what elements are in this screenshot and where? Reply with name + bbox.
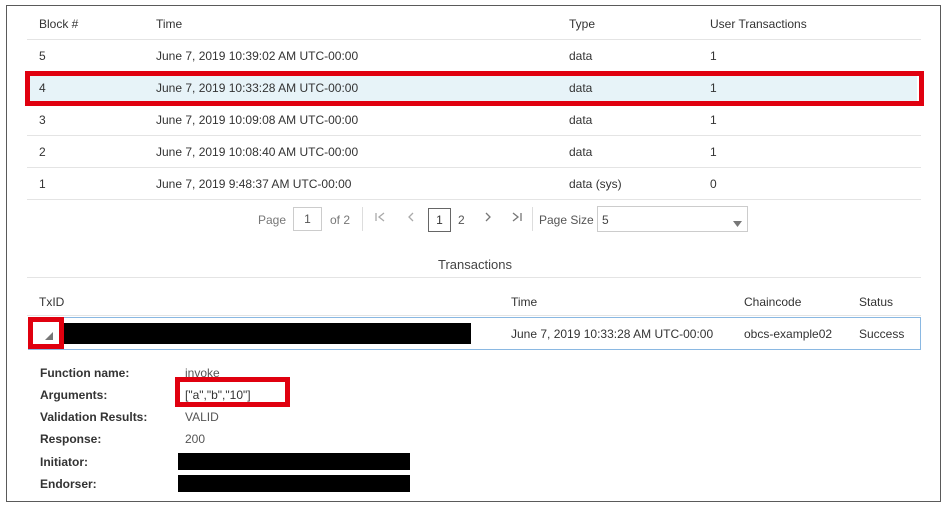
detail-label-response: Response:	[40, 432, 102, 446]
redacted-endorser	[178, 475, 410, 492]
page-button[interactable]: 2	[458, 213, 465, 227]
header-block-number[interactable]: Block #	[39, 17, 78, 31]
cell-type: data (sys)	[569, 177, 622, 191]
tx-chaincode: obcs-example02	[744, 327, 833, 341]
page-number-input[interactable]	[293, 207, 322, 231]
cell-user-tx: 1	[710, 113, 717, 127]
detail-label-function-name: Function name:	[40, 366, 130, 380]
header-time[interactable]: Time	[156, 17, 182, 31]
header-user-transactions[interactable]: User Transactions	[710, 17, 807, 31]
header-divider	[27, 39, 921, 40]
transactions-title: Transactions	[438, 257, 512, 272]
cell-user-tx: 1	[710, 49, 717, 63]
row-divider	[27, 135, 921, 136]
annotation-highlight-box	[25, 71, 924, 106]
cell-time: June 7, 2019 9:48:37 AM UTC-00:00	[156, 177, 352, 191]
cell-block: 3	[39, 113, 46, 127]
pagination-divider	[532, 207, 533, 231]
page-size-value: 5	[602, 213, 609, 227]
cell-block: 2	[39, 145, 46, 159]
detail-value-response: 200	[185, 432, 206, 446]
pagination-divider	[362, 207, 363, 231]
header-txid[interactable]: TxID	[39, 295, 64, 309]
next-page-icon[interactable]	[482, 211, 494, 226]
page-label: Page	[258, 213, 287, 227]
detail-label-initiator: Initiator:	[40, 455, 88, 469]
row-divider	[27, 199, 921, 200]
annotation-highlight-box	[28, 317, 64, 349]
detail-label-arguments: Arguments:	[40, 388, 108, 402]
cell-block: 5	[39, 49, 46, 63]
cell-time: June 7, 2019 10:39:02 AM UTC-00:00	[156, 49, 359, 63]
page-size-label: Page Size	[539, 213, 594, 227]
header-status[interactable]: Status	[859, 295, 893, 309]
header-divider	[27, 315, 921, 316]
last-page-icon[interactable]	[511, 211, 523, 226]
page-size-select[interactable]: 5	[597, 206, 748, 232]
detail-label-validation-results: Validation Results:	[40, 410, 148, 424]
cell-type: data	[569, 49, 593, 63]
redacted-initiator	[178, 453, 410, 470]
cell-time: June 7, 2019 10:09:08 AM UTC-00:00	[156, 113, 359, 127]
detail-label-endorser: Endorser:	[40, 477, 97, 491]
row-divider	[27, 167, 921, 168]
annotation-highlight-box	[175, 377, 290, 407]
cell-type: data	[569, 113, 593, 127]
cell-type: data	[569, 145, 593, 159]
cell-user-tx: 1	[710, 145, 717, 159]
cell-user-tx: 0	[710, 177, 717, 191]
header-tx-time[interactable]: Time	[511, 295, 537, 309]
page-of-total: of 2	[330, 213, 351, 227]
tx-time: June 7, 2019 10:33:28 AM UTC-00:00	[511, 327, 714, 341]
tx-status: Success	[859, 327, 905, 341]
chevron-down-icon	[733, 216, 742, 230]
prev-page-icon[interactable]	[405, 211, 417, 226]
cell-time: June 7, 2019 10:08:40 AM UTC-00:00	[156, 145, 359, 159]
header-chaincode[interactable]: Chaincode	[744, 295, 801, 309]
header-type[interactable]: Type	[569, 17, 595, 31]
first-page-icon[interactable]	[374, 211, 386, 226]
section-divider	[27, 277, 921, 278]
page-button-current[interactable]: 1	[428, 208, 451, 232]
cell-block: 1	[39, 177, 46, 191]
detail-value-validation-results: VALID	[185, 410, 219, 424]
redacted-txid	[64, 323, 471, 344]
